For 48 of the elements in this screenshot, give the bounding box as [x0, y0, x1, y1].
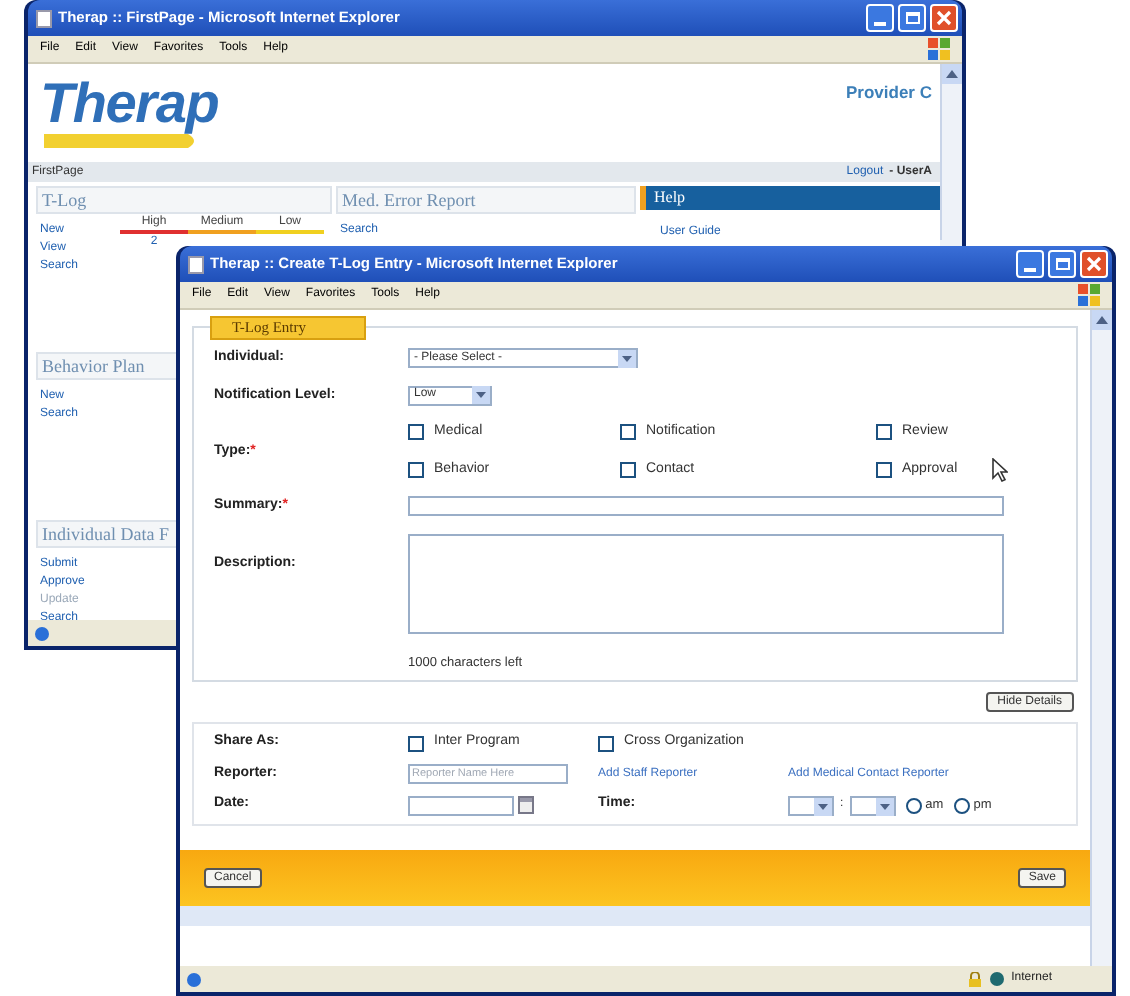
maximize-button[interactable] [1048, 250, 1076, 278]
calendar-icon[interactable] [518, 796, 534, 814]
minimize-button[interactable] [1016, 250, 1044, 278]
panel-header: T-Log [36, 186, 332, 214]
date-field[interactable] [408, 795, 514, 815]
page-icon [34, 625, 50, 641]
page-icon [188, 255, 204, 273]
close-button[interactable] [1080, 250, 1108, 278]
radio-button[interactable] [905, 797, 922, 813]
close-button[interactable] [930, 4, 958, 32]
maximize-button[interactable] [898, 4, 926, 32]
windows-flag-icon [1078, 284, 1100, 306]
checkbox[interactable] [598, 735, 614, 751]
checkbox[interactable] [408, 461, 424, 478]
caret-icon [476, 392, 486, 399]
checkbox[interactable] [408, 424, 424, 441]
minute-select[interactable] [849, 795, 896, 815]
caret-icon [818, 803, 828, 809]
horizontal-scrollbar[interactable] [180, 905, 1090, 926]
page-icon [36, 9, 52, 27]
windows-flag-icon [928, 38, 950, 60]
cursor-icon [992, 458, 1008, 482]
scrollbar[interactable] [1090, 310, 1112, 966]
provider-name: Provider C [846, 80, 932, 106]
summary-field[interactable] [408, 496, 1004, 517]
radio-button[interactable] [953, 797, 970, 813]
up-arrow-icon [1096, 316, 1108, 324]
description-field[interactable] [408, 533, 1004, 633]
logo: Therap [40, 76, 219, 132]
globe-icon [989, 972, 1004, 986]
checkbox[interactable] [876, 424, 892, 441]
hour-select[interactable] [788, 795, 834, 815]
caret-icon [879, 803, 890, 809]
checkbox[interactable] [620, 461, 636, 478]
checkbox[interactable] [408, 735, 424, 751]
checkbox[interactable] [876, 461, 892, 478]
scrollbar[interactable] [940, 64, 962, 240]
panel-header: Med. Error Report [336, 186, 636, 214]
close-icon [1086, 256, 1102, 272]
caret-icon [622, 355, 632, 362]
help-header: Help [640, 186, 940, 210]
checkbox[interactable] [620, 424, 636, 441]
minimize-button[interactable] [866, 4, 894, 32]
close-icon [936, 10, 952, 26]
swoosh-icon [40, 134, 200, 148]
page-icon [186, 971, 202, 987]
up-arrow-icon [946, 70, 958, 78]
lock-icon [967, 971, 982, 987]
